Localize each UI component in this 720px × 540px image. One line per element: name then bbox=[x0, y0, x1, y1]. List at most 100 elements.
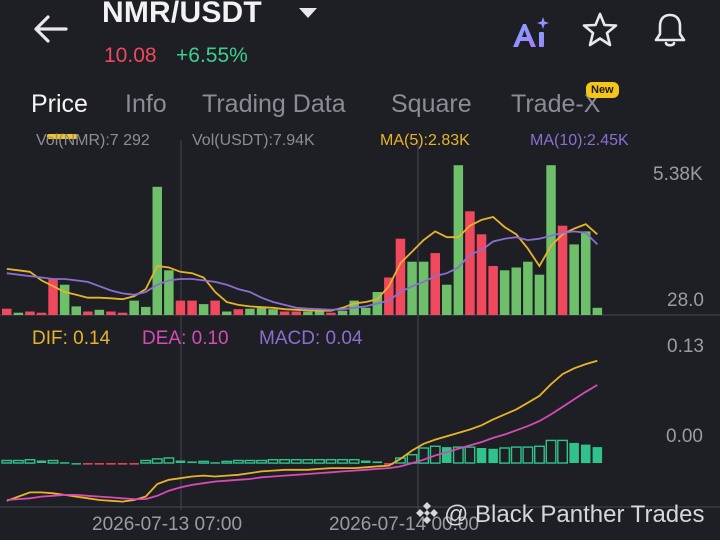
tab-info[interactable]: Info bbox=[125, 90, 167, 119]
volume-axis-min: 28.0 bbox=[667, 290, 704, 311]
volume-bar bbox=[210, 300, 220, 315]
macd-histogram-bar bbox=[545, 439, 557, 464]
macd-histogram-bar bbox=[244, 459, 256, 464]
volume-bar bbox=[164, 270, 174, 315]
volume-bar bbox=[25, 311, 35, 315]
legend-macd: MACD: 0.04 bbox=[259, 328, 363, 349]
volume-bar bbox=[245, 308, 255, 315]
macd-histogram-bar bbox=[267, 459, 279, 464]
kline-chart-area[interactable]: Vol(NMR):7 292 Vol(USDT):7.94K MA(5):2.8… bbox=[0, 132, 720, 540]
tab-trading-data[interactable]: Trading Data bbox=[202, 90, 346, 119]
volume-bar bbox=[395, 238, 406, 315]
binance-logo-icon bbox=[416, 502, 438, 524]
volume-bar bbox=[453, 165, 464, 315]
macd-histogram-bar bbox=[348, 459, 360, 464]
volume-bar bbox=[175, 300, 186, 315]
macd-histogram-bar bbox=[47, 459, 59, 464]
macd-histogram-bar bbox=[361, 460, 371, 463]
macd-histogram-bar bbox=[198, 460, 210, 464]
macd-histogram-bar bbox=[279, 459, 291, 464]
volume-bar bbox=[581, 231, 591, 315]
macd-histogram-bar bbox=[232, 459, 244, 464]
volume-bar bbox=[476, 234, 487, 315]
macd-histogram-bar bbox=[221, 460, 233, 464]
dea-line bbox=[6, 384, 598, 501]
macd-histogram-bar bbox=[581, 444, 591, 464]
macd-histogram-bar bbox=[117, 463, 128, 465]
volume-bar bbox=[59, 284, 70, 315]
star-icon[interactable] bbox=[580, 10, 620, 50]
macd-histogram-bar bbox=[592, 447, 603, 463]
macd-histogram-bar bbox=[83, 463, 93, 465]
macd-histogram-bar bbox=[476, 448, 487, 464]
volume-bar bbox=[569, 244, 579, 315]
volume-bar bbox=[546, 165, 556, 315]
macd-histogram-bar bbox=[59, 462, 70, 464]
bell-icon[interactable] bbox=[650, 10, 690, 50]
macd-histogram-bar bbox=[129, 463, 139, 465]
last-price: 10.08 bbox=[104, 44, 157, 67]
macd-histogram-bar bbox=[325, 459, 337, 464]
back-arrow-icon[interactable] bbox=[30, 12, 70, 46]
macd-histogram-bar bbox=[151, 458, 163, 464]
volume-bar bbox=[36, 312, 47, 315]
watermark: @ Black Panther Trades bbox=[414, 500, 704, 529]
macd-histogram-bar bbox=[256, 459, 267, 464]
macd-histogram-bar bbox=[302, 459, 314, 464]
legend-dif: DIF: 0.14 bbox=[32, 328, 111, 349]
watermark-text: @ Black Panther Trades bbox=[444, 501, 705, 528]
macd-histogram-bar bbox=[442, 447, 452, 463]
volume-bar bbox=[326, 312, 336, 315]
macd-histogram-bar bbox=[372, 461, 383, 464]
legend-vol-usdt: Vol(USDT):7.94K bbox=[192, 132, 315, 149]
volume-bar bbox=[442, 284, 452, 315]
volume-axis-max: 5.38K bbox=[653, 164, 703, 185]
macd-histogram-bar bbox=[71, 463, 81, 465]
macd-histogram-bar bbox=[488, 448, 498, 464]
volume-bar bbox=[222, 311, 232, 315]
volume-bar bbox=[94, 309, 105, 315]
volume-bar bbox=[291, 311, 301, 315]
volume-bar bbox=[303, 311, 313, 315]
macd-histogram-bar bbox=[140, 459, 152, 464]
tab-price[interactable]: Price bbox=[31, 90, 88, 119]
macd-histogram-bar bbox=[187, 461, 197, 464]
volume-bar bbox=[152, 186, 162, 315]
volume-bar bbox=[198, 304, 209, 315]
volume-bar bbox=[361, 307, 371, 315]
volume-bar bbox=[523, 261, 533, 315]
macd-histogram-bar bbox=[106, 463, 116, 465]
dropdown-caret-icon[interactable] bbox=[298, 6, 318, 20]
macd-histogram-bar bbox=[36, 460, 47, 463]
macd-histogram-bar bbox=[94, 463, 105, 465]
volume-bar bbox=[268, 309, 278, 315]
volume-bar bbox=[418, 261, 429, 315]
volume-bar bbox=[117, 312, 128, 315]
macd-histogram-bar bbox=[522, 446, 534, 464]
tab-square[interactable]: Square bbox=[391, 90, 472, 119]
volume-bar bbox=[511, 267, 521, 315]
macd-axis-zero: 0.00 bbox=[666, 426, 703, 447]
pair-title[interactable]: NMR/USDT bbox=[102, 0, 262, 30]
volume-bar bbox=[233, 309, 244, 315]
volume-bar bbox=[83, 311, 93, 315]
volume-bar bbox=[534, 274, 545, 315]
macd-axis-max: 0.13 bbox=[667, 336, 704, 357]
legend-dea: DEA: 0.10 bbox=[142, 328, 229, 349]
volume-bar bbox=[499, 270, 510, 315]
volume-bar bbox=[337, 310, 348, 315]
ai-icon[interactable] bbox=[510, 14, 552, 52]
legend-ma5: MA(5):2.83K bbox=[380, 132, 470, 149]
time-label-1: 2026-07-13 07:00 bbox=[92, 514, 243, 535]
volume-bar bbox=[384, 277, 394, 315]
volume-bar bbox=[141, 306, 151, 315]
legend-ma10: MA(10):2.45K bbox=[530, 132, 629, 149]
macd-histogram-bar bbox=[557, 439, 568, 464]
macd-histogram-bar bbox=[12, 459, 24, 464]
macd-histogram-bar bbox=[210, 462, 220, 464]
macd-histogram-bar bbox=[314, 459, 325, 464]
volume-bar bbox=[279, 311, 290, 315]
price-change-percent: +6.55% bbox=[176, 44, 248, 67]
macd-histogram-bar bbox=[290, 459, 302, 464]
volume-bar bbox=[2, 308, 12, 315]
